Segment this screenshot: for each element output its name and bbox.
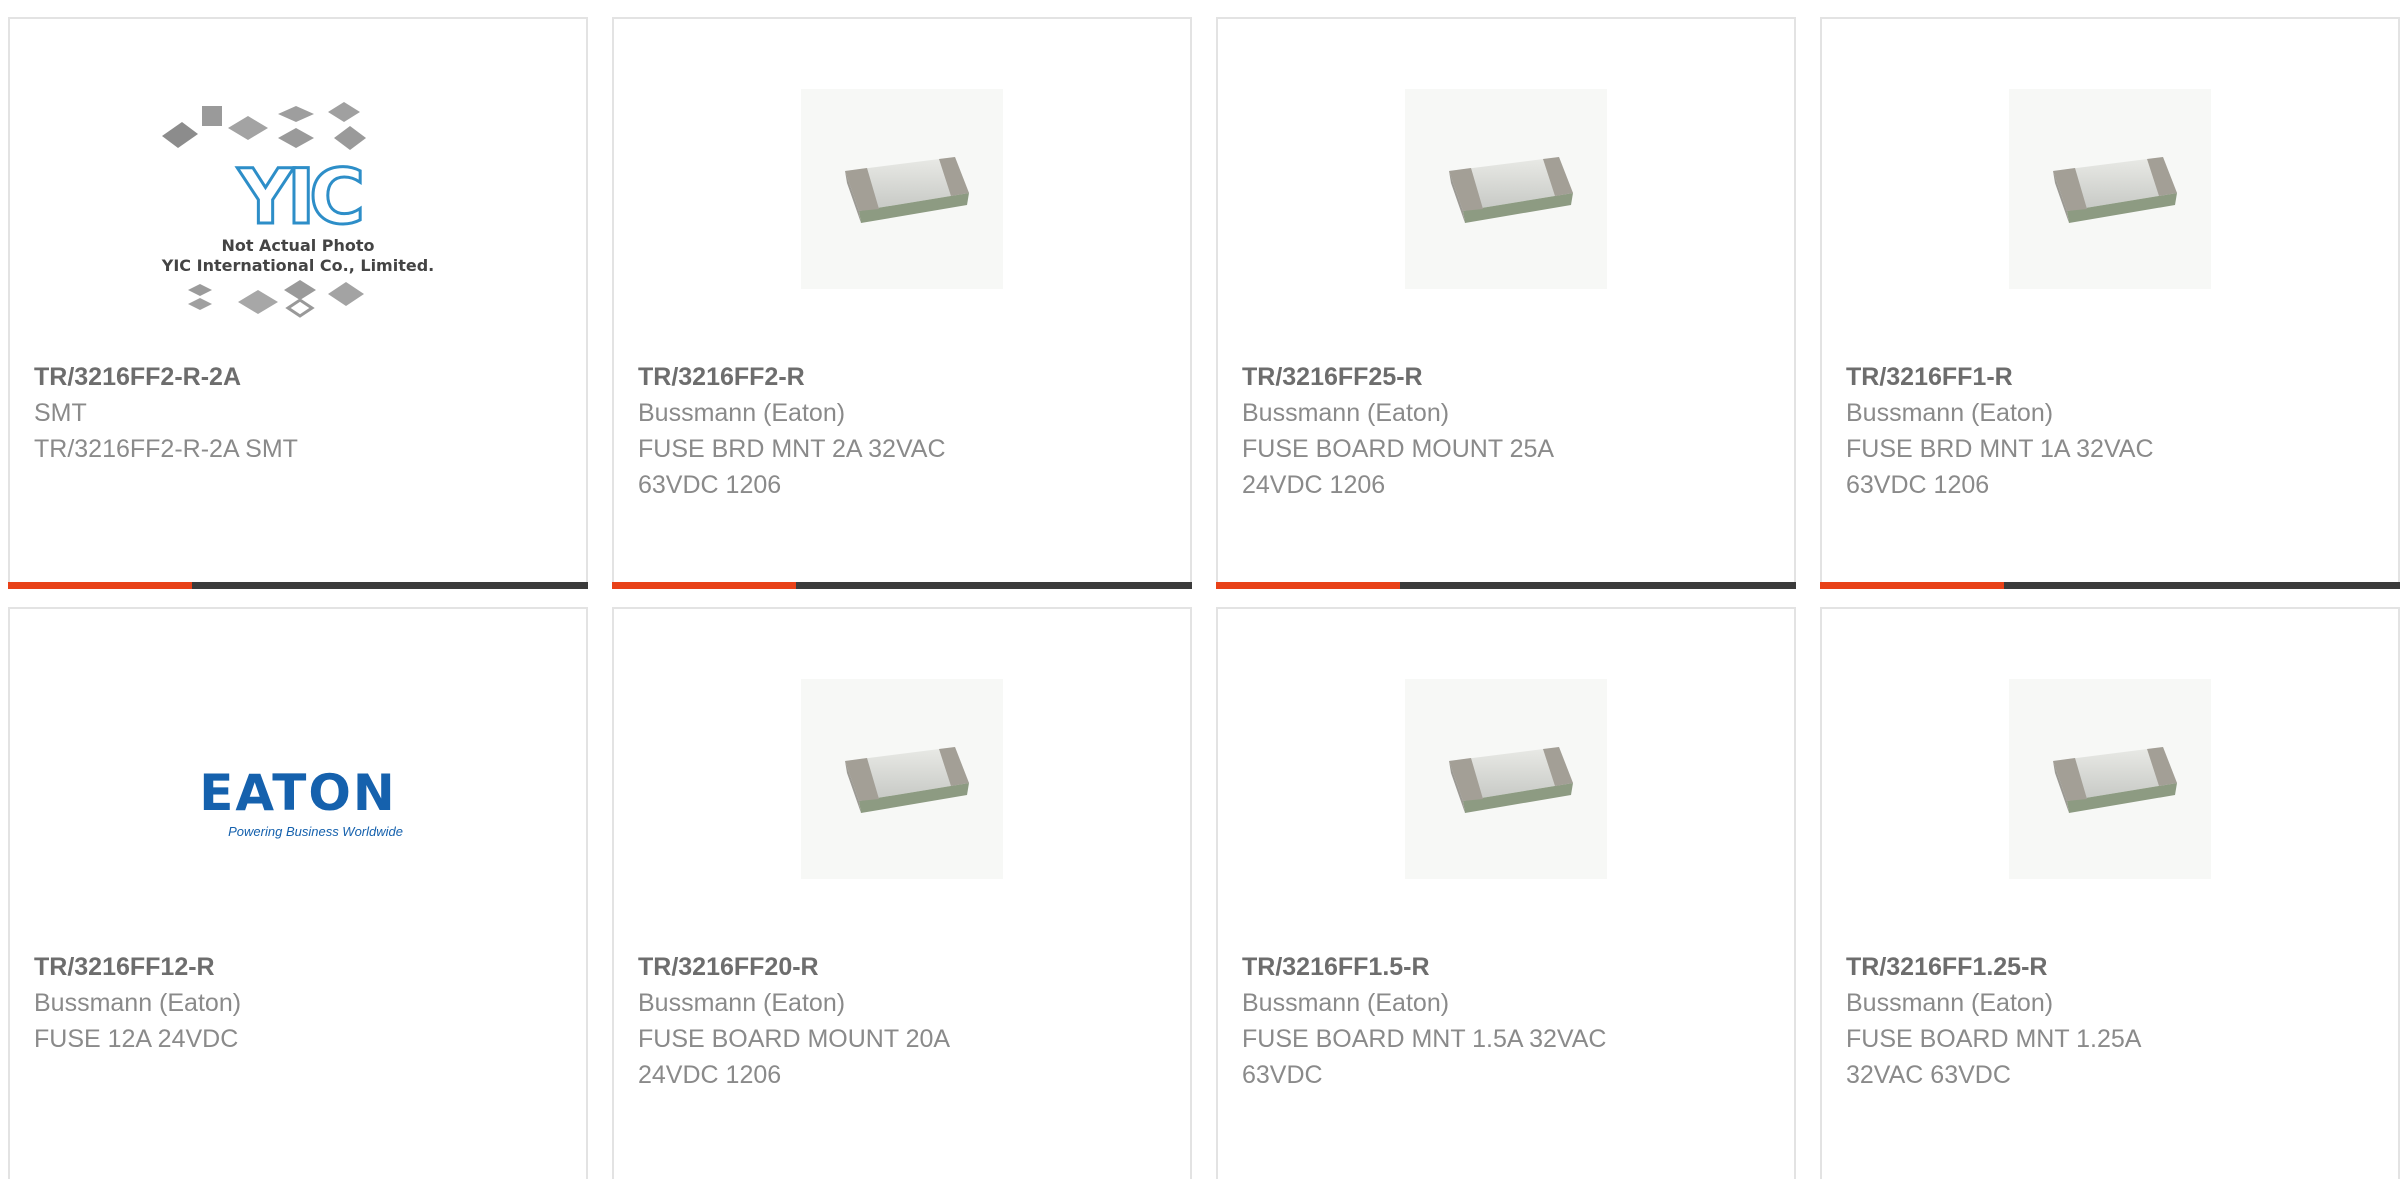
product-card[interactable]: TR/3216FF20-R Bussmann (Eaton) FUSE BOAR… xyxy=(612,607,1192,1179)
product-grid-row-2: EATON Powering Business Worldwide TR/321… xyxy=(8,607,2400,1179)
description: FUSE 12A 24VDC xyxy=(34,1025,239,1053)
manufacturer: Bussmann (Eaton) xyxy=(1242,989,1450,1017)
yic-placeholder-icon: YIC Not Actual Photo YIC International C… xyxy=(158,94,438,334)
eaton-logo-word: EATON xyxy=(199,764,397,822)
manufacturer: Bussmann (Eaton) xyxy=(1242,399,1450,427)
eaton-logo-icon: EATON Powering Business Worldwide xyxy=(193,764,403,854)
description: TR/3216FF2-R-2A SMT xyxy=(34,435,298,463)
card-progress-bar xyxy=(8,582,588,589)
product-card[interactable]: EATON Powering Business Worldwide TR/321… xyxy=(8,607,588,1179)
manufacturer: Bussmann (Eaton) xyxy=(1846,989,2054,1017)
part-number[interactable]: TR/3216FF20-R xyxy=(638,949,1166,985)
part-number[interactable]: TR/3216FF1.25-R xyxy=(1846,949,2374,985)
part-number[interactable]: TR/3216FF25-R xyxy=(1242,359,1770,395)
card-progress-bar xyxy=(1216,582,1796,589)
part-number[interactable]: TR/3216FF1.5-R xyxy=(1242,949,1770,985)
manufacturer: SMT xyxy=(34,399,87,427)
smd-fuse-chip-icon xyxy=(2009,89,2211,289)
product-image[interactable]: EATON Powering Business Worldwide xyxy=(10,679,586,879)
yic-logo: YIC xyxy=(237,151,367,243)
product-card[interactable]: TR/3216FF25-R Bussmann (Eaton) FUSE BOAR… xyxy=(1216,17,1796,589)
product-grid: YIC Not Actual Photo YIC International C… xyxy=(8,17,2400,589)
product-image[interactable] xyxy=(1822,89,2398,289)
yic-caption-2: YIC International Co., Limited. xyxy=(161,256,435,275)
product-image[interactable] xyxy=(1822,679,2398,879)
yic-caption-1: Not Actual Photo xyxy=(221,236,375,255)
card-progress-accent xyxy=(1216,582,1400,589)
product-image[interactable] xyxy=(1218,679,1794,879)
product-image[interactable] xyxy=(614,89,1190,289)
eaton-logo-tagline: Powering Business Worldwide xyxy=(228,824,403,839)
product-image[interactable]: YIC Not Actual Photo YIC International C… xyxy=(10,89,586,318)
part-number[interactable]: TR/3216FF1-R xyxy=(1846,359,2374,395)
part-number[interactable]: TR/3216FF2-R-2A xyxy=(34,359,562,395)
manufacturer: Bussmann (Eaton) xyxy=(638,399,846,427)
smd-fuse-chip-icon xyxy=(1405,89,1607,289)
part-number[interactable]: TR/3216FF12-R xyxy=(34,949,562,985)
smd-fuse-chip-icon xyxy=(801,89,1003,289)
description: FUSE BOARD MOUNT 25A 24VDC 1206 xyxy=(1242,435,1555,499)
smd-fuse-chip-icon xyxy=(2009,679,2211,879)
product-image[interactable] xyxy=(1218,89,1794,289)
manufacturer: Bussmann (Eaton) xyxy=(34,989,242,1017)
card-progress-accent xyxy=(612,582,796,589)
card-progress-accent xyxy=(8,582,192,589)
product-image[interactable] xyxy=(614,679,1190,879)
product-card[interactable]: TR/3216FF1.5-R Bussmann (Eaton) FUSE BOA… xyxy=(1216,607,1796,1179)
product-card[interactable]: TR/3216FF1.25-R Bussmann (Eaton) FUSE BO… xyxy=(1820,607,2400,1179)
product-card[interactable]: TR/3216FF1-R Bussmann (Eaton) FUSE BRD M… xyxy=(1820,17,2400,589)
smd-fuse-chip-icon xyxy=(1405,679,1607,879)
product-card[interactable]: TR/3216FF2-R Bussmann (Eaton) FUSE BRD M… xyxy=(612,17,1192,589)
card-progress-bar xyxy=(612,582,1192,589)
description: FUSE BRD MNT 1A 32VAC 63VDC 1206 xyxy=(1846,435,2154,499)
description: FUSE BOARD MNT 1.25A 32VAC 63VDC xyxy=(1846,1025,2142,1089)
manufacturer: Bussmann (Eaton) xyxy=(1846,399,2054,427)
description: FUSE BOARD MOUNT 20A 24VDC 1206 xyxy=(638,1025,951,1089)
card-progress-bar xyxy=(1820,582,2400,589)
part-number[interactable]: TR/3216FF2-R xyxy=(638,359,1166,395)
product-card[interactable]: YIC Not Actual Photo YIC International C… xyxy=(8,17,588,589)
card-progress-accent xyxy=(1820,582,2004,589)
description: FUSE BRD MNT 2A 32VAC 63VDC 1206 xyxy=(638,435,946,499)
manufacturer: Bussmann (Eaton) xyxy=(638,989,846,1017)
description: FUSE BOARD MNT 1.5A 32VAC 63VDC xyxy=(1242,1025,1607,1089)
smd-fuse-chip-icon xyxy=(801,679,1003,879)
